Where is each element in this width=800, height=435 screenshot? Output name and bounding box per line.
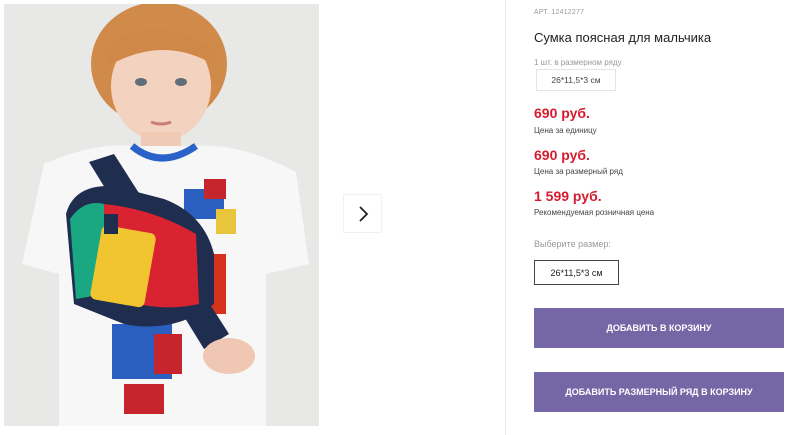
row-price: 690 руб.	[534, 147, 590, 163]
size-caption: Выберите размер:	[534, 239, 611, 249]
size-option[interactable]: 26*11,5*3 см	[534, 260, 619, 285]
add-size-row-button[interactable]: ДОБАВИТЬ РАЗМЕРНЫЙ РЯД В КОРЗИНУ	[534, 372, 784, 412]
retail-price: 1 599 руб.	[534, 188, 602, 204]
product-gallery	[0, 0, 506, 435]
row-price-label: Цена за размерный ряд	[534, 167, 623, 176]
product-photo-illustration	[4, 4, 319, 426]
unit-price-label: Цена за единицу	[534, 126, 597, 135]
product-title: Сумка поясная для мальчика	[534, 30, 712, 45]
add-to-cart-button[interactable]: ДОБАВИТЬ В КОРЗИНУ	[534, 308, 784, 348]
set-size-value: 26*11,5*3 см	[536, 69, 616, 91]
next-image-button[interactable]	[344, 195, 381, 232]
retail-price-label: Рекомендуемая розничная цена	[534, 208, 655, 217]
set-caption: 1 шт. в размерном ряду	[534, 58, 622, 67]
article-number: АРТ. 12412277	[534, 9, 585, 16]
chevron-right-icon	[358, 205, 368, 222]
product-info: АРТ. 12412277 Сумка поясная для мальчика…	[534, 0, 794, 435]
unit-price: 690 руб.	[534, 105, 590, 121]
product-photo	[4, 4, 319, 426]
